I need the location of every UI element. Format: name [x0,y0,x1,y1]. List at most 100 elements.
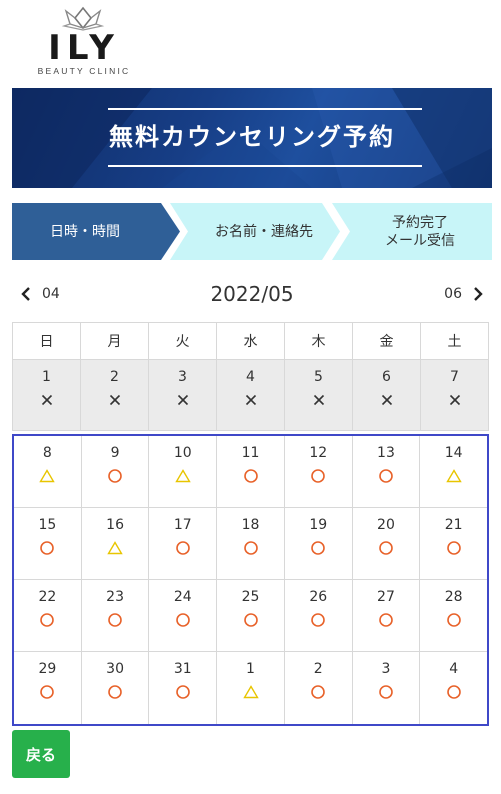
step-label: 日時・時間 [50,223,120,240]
page-title: 無料カウンセリング予約 [109,123,395,151]
step-datetime: 日時・時間 [12,203,180,260]
day-cell-fri[interactable]: 27 [352,580,421,652]
day-cell-thu[interactable]: 12 [284,436,353,508]
day-cell-sat[interactable]: 14 [420,436,488,508]
day-cell-thu[interactable]: 19 [284,508,353,580]
clinic-logo[interactable]: ILY BEAUTY CLINIC [26,6,142,78]
availability-mark [175,468,191,484]
availability-mark [243,468,259,484]
day-cell-tue[interactable]: 31 [149,652,218,724]
next-month-link[interactable]: 06 [444,280,484,308]
prev-month-link[interactable]: 04 [20,280,60,308]
availability-mark [175,540,191,556]
day-number: 2 [313,661,323,677]
unavailable-cross-icon [177,394,188,406]
day-cell-sat[interactable]: 4 [420,652,487,724]
progress-steps: 日時・時間 お名前・連絡先 予約完了 メール受信 [12,203,492,260]
day-cell-sun[interactable]: 29 [14,652,82,724]
day-cell-wed[interactable]: 11 [217,436,285,508]
day-cell-fri[interactable]: 3 [353,652,421,724]
day-cell-sun[interactable]: 22 [14,580,82,652]
day-number: 5 [314,369,323,385]
availability-mark [310,468,326,484]
day-cell-sat[interactable]: 21 [420,508,488,580]
day-cell-fri: 6 [353,360,421,430]
availability-mark [242,684,259,700]
calendar-week: 22 23 24 25 26 27 28 [14,580,488,652]
day-number: 8 [42,445,52,461]
day-cell-wed[interactable]: 18 [217,508,285,580]
availability-mark [447,392,463,408]
unavailable-cross-icon [381,394,392,406]
availability-mark [446,684,462,700]
availability-mark [39,392,55,408]
day-cell-sun[interactable]: 15 [14,508,82,580]
availability-mark [107,468,123,484]
day-cell-mon[interactable]: 30 [82,652,150,724]
availability-mark [39,684,55,700]
availability-mark [175,392,191,408]
day-number: 29 [38,661,57,677]
day-number: 31 [173,661,192,677]
day-cell-tue[interactable]: 17 [149,508,218,580]
step-label-line2: メール受信 [385,232,455,249]
day-cell-tue[interactable]: 24 [149,580,218,652]
few-left-triangle-icon [445,469,462,483]
day-number: 20 [377,517,395,533]
past-week: 1 2 3 4 5 6 7 [12,359,489,431]
unavailable-cross-icon [41,394,52,406]
day-cell-fri[interactable]: 13 [352,436,421,508]
day-number: 22 [38,589,57,605]
day-cell-sat[interactable]: 28 [420,580,488,652]
next-month-label: 06 [444,286,462,302]
calendar: 日 月 火 水 木 金 土 1234567 8 9 10 11 12 13 14 15 16 17… [12,322,489,726]
day-number: 26 [309,589,328,605]
availability-mark [39,540,55,556]
page-banner: 無料カウンセリング予約 [12,88,492,188]
availability-mark [39,612,55,628]
day-number: 23 [106,589,124,605]
day-cell-mon[interactable]: 9 [81,436,150,508]
back-button[interactable]: 戻る [12,730,70,778]
availability-mark [243,392,259,408]
day-number: 4 [246,369,255,385]
day-number: 16 [106,517,124,533]
available-circle-icon [311,685,326,699]
weekday-sun: 日 [13,323,81,359]
day-cell-mon[interactable]: 23 [81,580,150,652]
day-number: 25 [241,589,260,605]
step-label: お名前・連絡先 [215,223,313,240]
day-cell-mon[interactable]: 16 [81,508,150,580]
available-circle-icon [311,613,326,627]
availability-mark [107,540,123,556]
unavailable-cross-icon [245,394,256,406]
day-cell-wed[interactable]: 25 [217,580,285,652]
day-cell-tue[interactable]: 10 [149,436,218,508]
day-number: 28 [444,589,463,605]
day-cell-sun[interactable]: 8 [14,436,82,508]
day-cell-fri[interactable]: 20 [352,508,421,580]
day-number: 9 [110,445,120,461]
available-circle-icon [108,469,122,483]
day-number: 27 [377,589,395,605]
availability-mark [379,392,395,408]
day-cell-thu[interactable]: 2 [285,652,353,724]
day-cell-wed[interactable]: 1 [217,652,285,724]
available-circle-icon [311,469,326,483]
day-number: 2 [110,369,119,385]
day-cell-thu[interactable]: 26 [284,580,353,652]
day-number: 11 [241,445,260,461]
availability-mark [243,540,259,556]
day-cell-sun: 1 [13,360,81,430]
prev-month-label: 04 [42,286,60,302]
day-number: 12 [309,445,328,461]
available-circle-icon [311,541,326,555]
current-month: 2022/05 [210,282,294,306]
few-left-triangle-icon [175,469,191,483]
logo-brand: ILY [48,28,120,68]
day-cell-tue: 3 [149,360,217,430]
day-number: 21 [444,517,463,533]
banner-bottom-rule [108,165,422,167]
availability-mark [311,392,327,408]
day-number: 3 [381,661,391,677]
